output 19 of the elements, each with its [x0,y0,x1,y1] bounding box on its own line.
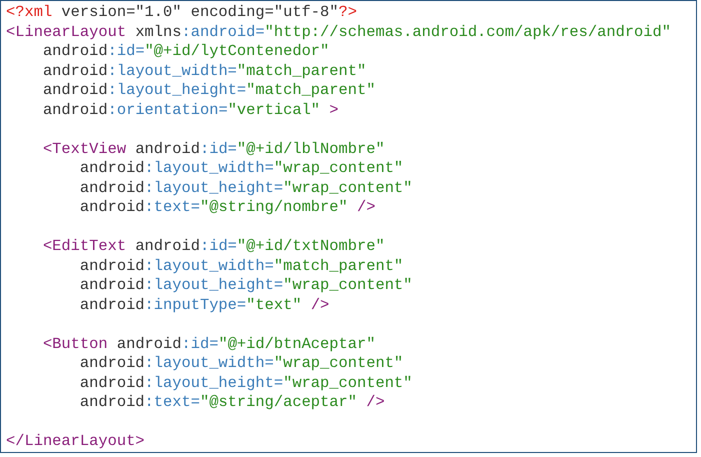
code-line: <EditText android:id="@+id/txtNombre" [42,237,385,256]
code-line: <TextView android:id="@+id/lblNombre" [42,140,385,159]
code-line: android:layout_width="match_parent" [42,62,366,81]
code-line: android:id="@+id/lytContenedor" [42,42,330,62]
code-line: android:text="@string/aceptar" /> [78,393,385,412]
code-line: android:orientation="vertical" > [42,100,339,120]
code-line: android:layout_width="wrap_content" [78,159,404,178]
code-line: android:text="@string/nombre" /> [78,198,376,218]
code-line: android:layout_width="wrap_content" [78,354,404,374]
code-line: android:layout_height="wrap_content" [78,276,412,296]
code-line: android:layout_height="wrap_content" [78,374,412,393]
code-line: <?xml version="1.0" encoding="utf-8"?> [6,3,357,22]
code-line: <Button android:id="@+id/btnAceptar" [42,334,376,354]
code-line: </LinearLayout> [6,432,145,452]
code-line: android:inputType="text" /> [78,296,330,315]
code-line: android:layout_height="match_parent" [42,81,376,100]
code-line: android:layout_height="wrap_content" [78,178,412,198]
code-line: android:layout_width="match_parent" [78,256,404,276]
code-line: <LinearLayout xmlns:android="http://schemas.android.com/apk/res/android" [6,22,672,42]
